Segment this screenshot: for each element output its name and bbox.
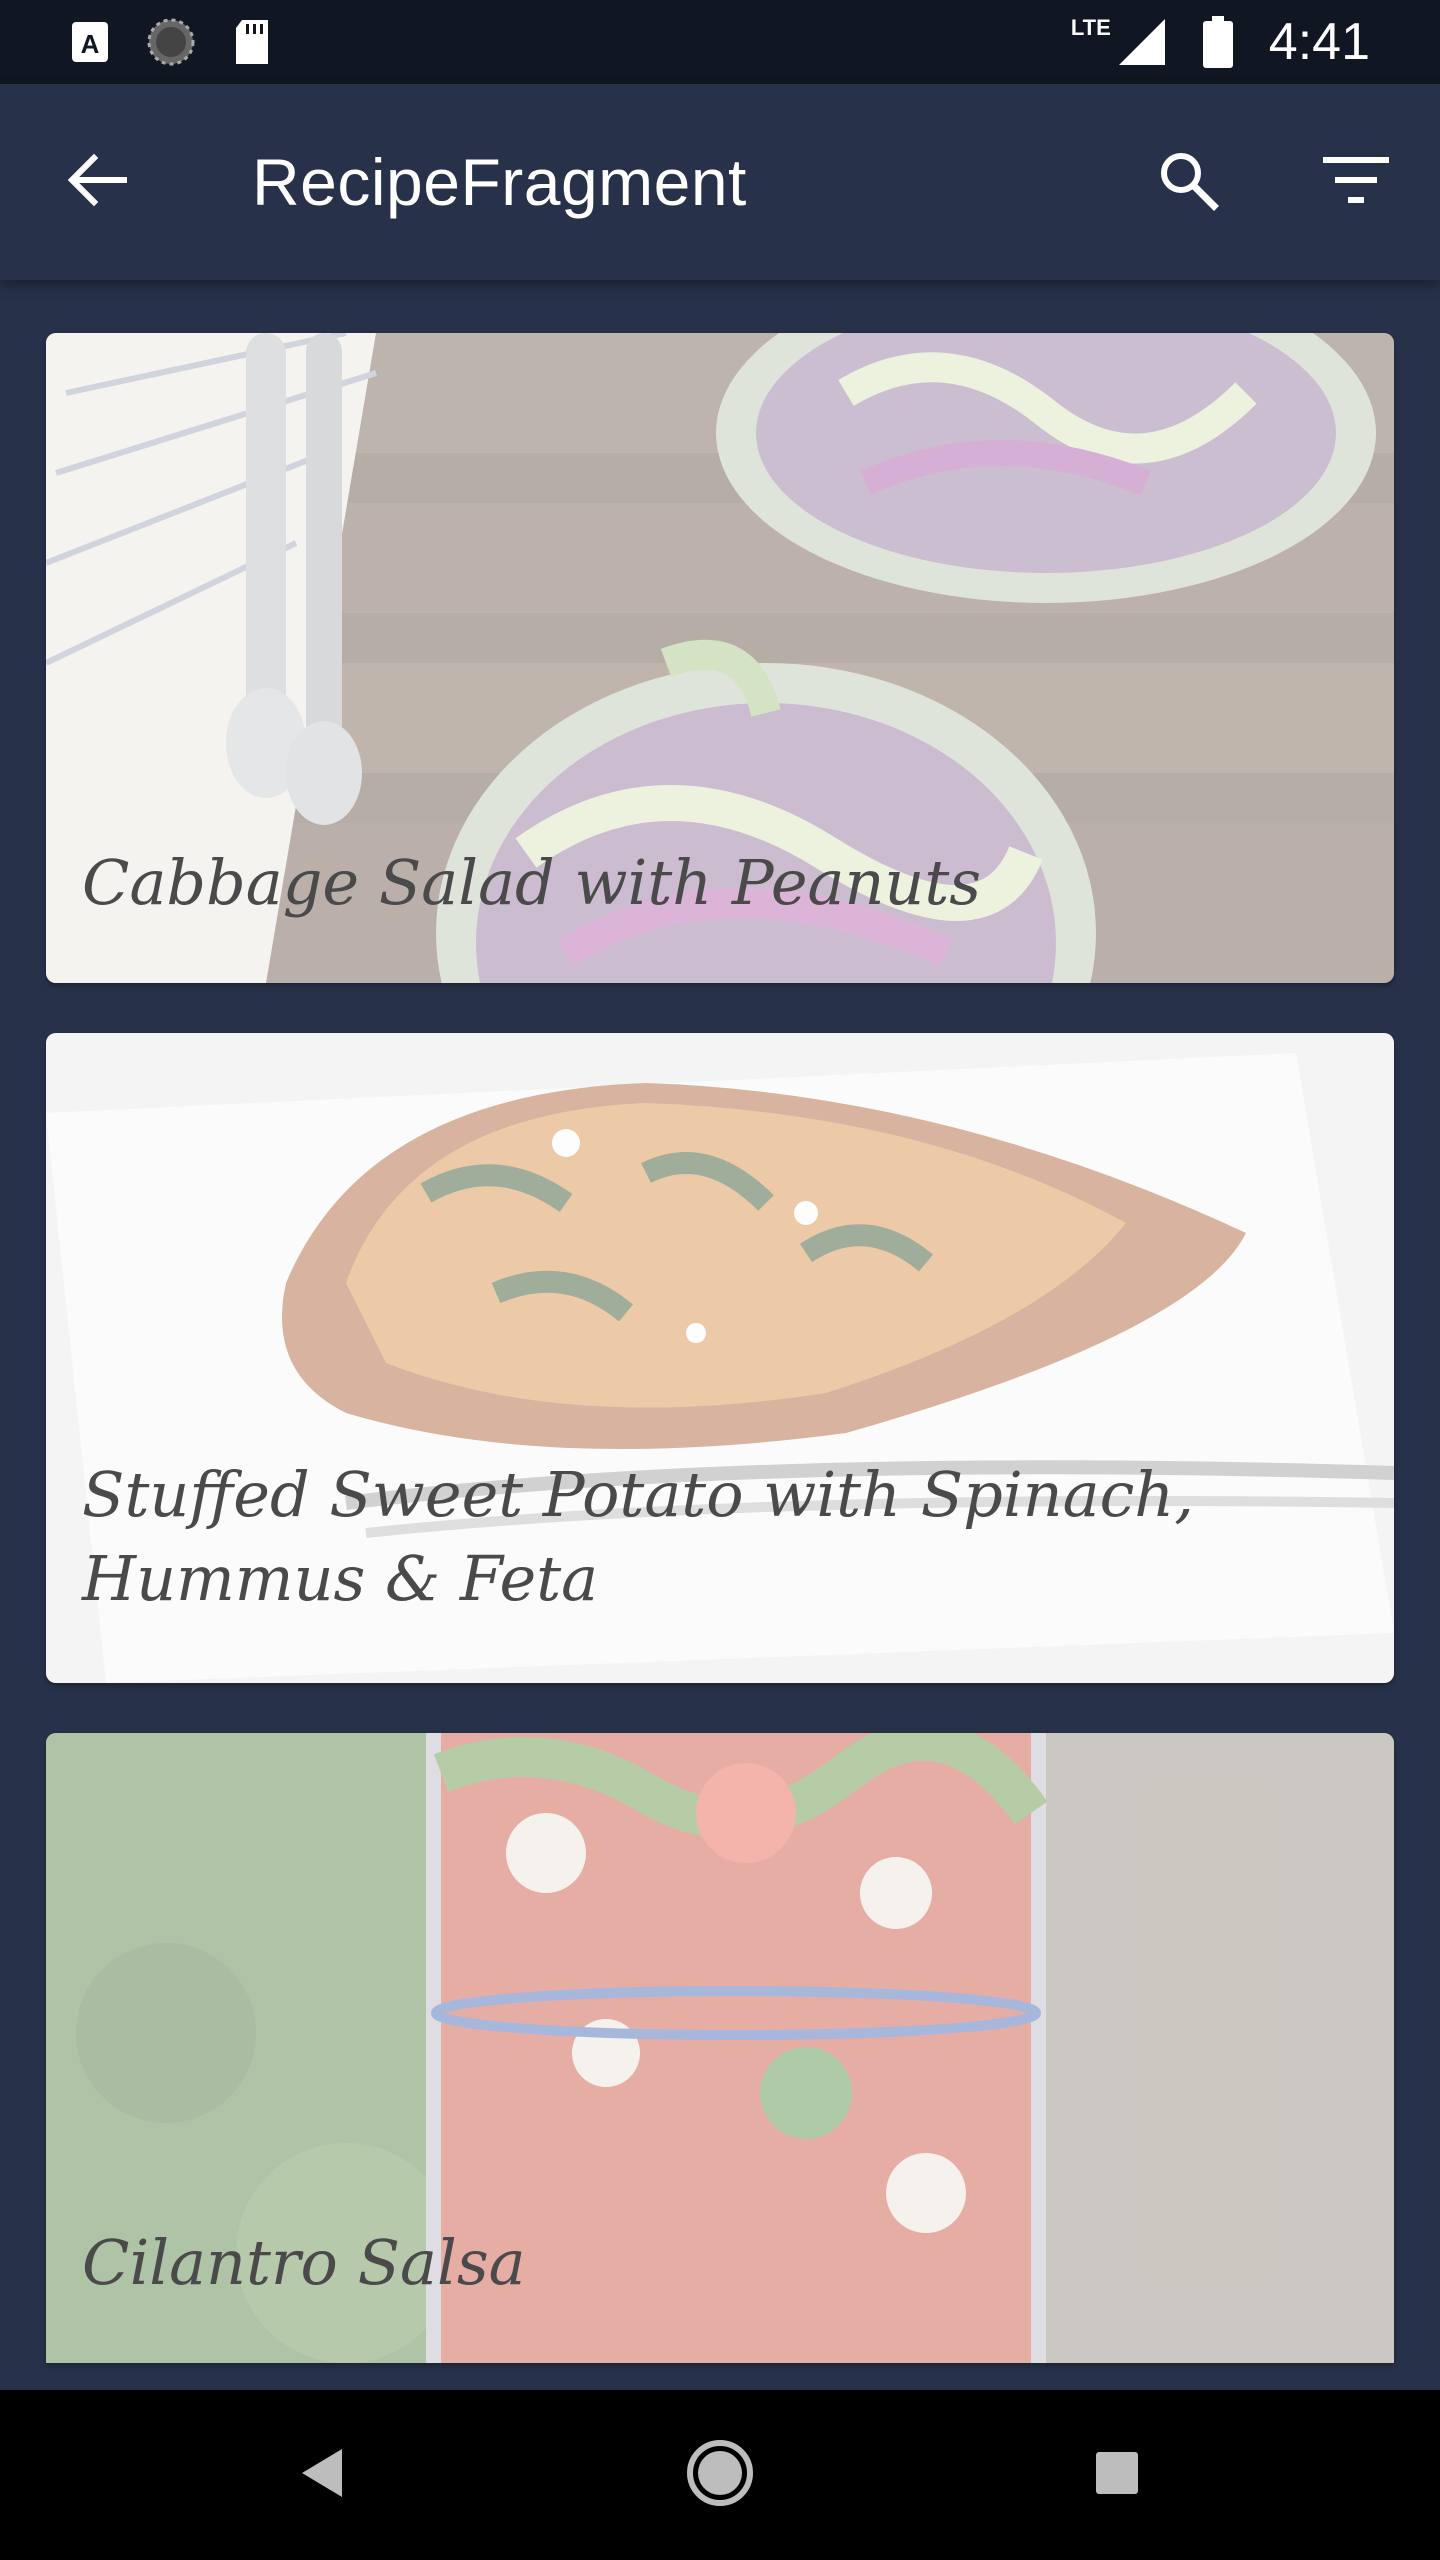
nav-home-icon [685, 2438, 755, 2513]
recipe-title: Cabbage Salad with Peanuts [82, 846, 982, 919]
svg-text:A: A [81, 29, 100, 59]
status-bar: A LTE 4:41 [0, 0, 1440, 84]
recipe-title: Stuffed Sweet Potato with Spinach, Hummu… [82, 1458, 1194, 1615]
page-title: RecipeFragment [252, 145, 747, 219]
network-type-label: LTE [1070, 15, 1111, 40]
status-right-icons: LTE 4:41 [1071, 12, 1370, 72]
search-button[interactable] [1140, 134, 1236, 230]
filter-button[interactable] [1308, 134, 1404, 230]
sd-card-icon [232, 18, 272, 66]
app-bar: RecipeFragment [0, 84, 1440, 280]
status-left-icons: A [70, 17, 272, 67]
recipe-card[interactable]: Cabbage Salad with Peanuts [46, 333, 1394, 983]
status-time: 4:41 [1268, 13, 1370, 71]
search-icon [1156, 148, 1220, 217]
navigation-bar [0, 2390, 1440, 2560]
recipe-title: Cilantro Salsa [82, 2226, 526, 2299]
battery-icon [1202, 16, 1233, 68]
nav-recents-button[interactable] [1072, 2430, 1162, 2520]
recipe-card[interactable]: Cilantro Salsa [46, 1733, 1394, 2363]
back-button[interactable] [50, 136, 142, 228]
recipe-list[interactable]: Cabbage Salad with Peanuts Stuffed Sweet… [0, 280, 1440, 2390]
back-arrow-icon [64, 148, 128, 217]
nav-recents-icon [1094, 2450, 1140, 2501]
recipe-card[interactable]: Stuffed Sweet Potato with Spinach, Hummu… [46, 1033, 1394, 1683]
filter-icon [1321, 153, 1391, 212]
signal-icon [1117, 17, 1167, 67]
nav-back-button[interactable] [276, 2430, 366, 2520]
nav-home-button[interactable] [675, 2430, 765, 2520]
keyboard-a-icon: A [70, 20, 110, 64]
nav-back-icon [296, 2445, 346, 2506]
sync-circle-icon [146, 17, 196, 67]
